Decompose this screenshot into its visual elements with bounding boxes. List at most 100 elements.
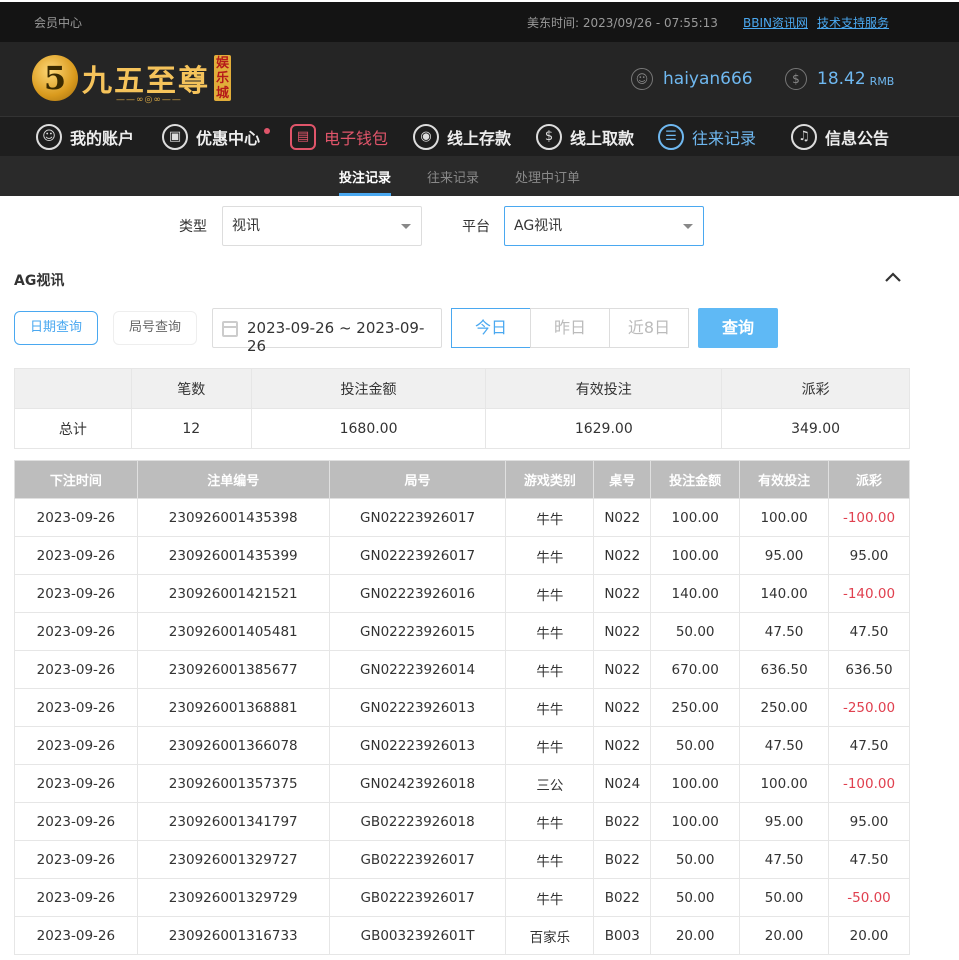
table-cell: B003 [593, 916, 652, 955]
table-row: 2023-09-26 230926001329729 GB02223926017 牛牛… [14, 878, 910, 917]
site-logo[interactable]: 5 九五至尊 ——∞◎∞—— 娱乐城 [32, 52, 232, 106]
table-cell: 250.00 [739, 688, 830, 727]
table-cell: N022 [593, 498, 652, 537]
table-cell: 230926001329729 [136, 878, 330, 917]
column-header: 投注金额 [650, 460, 741, 499]
table-cell: 230926001368881 [136, 688, 330, 727]
nav-e-wallet[interactable]: ▤ 电子钱包 [290, 124, 388, 150]
nav-deposit[interactable]: ◉ 线上存款 [413, 124, 511, 150]
logo-badge-text: 娱乐城 [216, 56, 230, 101]
table-cell: 230926001405481 [136, 612, 330, 651]
today-button[interactable]: 今日 [451, 308, 531, 348]
yesterday-button[interactable]: 昨日 [530, 308, 610, 348]
nav-label: 往来记录 [692, 129, 757, 148]
table-cell: N024 [593, 764, 652, 803]
nav-label: 电子钱包 [324, 129, 389, 148]
table-cell: 20.00 [828, 916, 910, 955]
records-icon: ☰ [658, 124, 684, 150]
tab-bet-records[interactable]: 投注记录 [339, 167, 392, 196]
time-label: 美东时间: [527, 16, 580, 30]
table-cell: GB02223926017 [328, 878, 507, 917]
type-select-value: 视讯 [232, 218, 260, 234]
summary-cell: 1629.00 [485, 408, 723, 449]
table-row: 2023-09-26 230926001385677 GN02223926014 牛牛… [14, 650, 910, 689]
table-cell: 牛牛 [505, 536, 595, 575]
nav-promotions[interactable]: ▣ 优惠中心 [162, 124, 271, 150]
column-header: 有效投注 [739, 460, 830, 499]
table-cell: 100.00 [739, 498, 830, 537]
summary-total-row: 总计 12 1680.00 1629.00 349.00 [14, 408, 910, 449]
nav-label: 线上存款 [447, 129, 512, 148]
nav-my-account[interactable]: ☺ 我的账户 [36, 124, 134, 150]
table-cell: 2023-09-26 [14, 612, 138, 651]
notification-dot [264, 128, 271, 134]
tab-transaction-records[interactable]: 往来记录 [427, 167, 479, 186]
search-button[interactable]: 查询 [698, 308, 778, 348]
round-query-button[interactable]: 局号查询 [113, 311, 197, 345]
table-cell: GN02223926016 [328, 574, 507, 613]
table-cell: 230926001366078 [136, 726, 330, 765]
summary-cell: 12 [130, 408, 252, 449]
table-cell: 140.00 [650, 574, 741, 613]
table-cell: 牛牛 [505, 726, 595, 765]
date-range-picker[interactable]: 2023-09-26 ~ 2023-09-26 [212, 308, 442, 355]
table-cell: 140.00 [739, 574, 830, 613]
last-8-days-button[interactable]: 近8日 [609, 308, 689, 348]
table-cell: 230926001385677 [136, 650, 330, 689]
platform-select[interactable]: AG视讯 [504, 206, 704, 246]
table-cell: GB02223926017 [328, 840, 507, 879]
table-cell: GN02223926014 [328, 650, 507, 689]
summary-header-cell: 笔数 [130, 368, 252, 409]
tab-pending-orders[interactable]: 处理中订单 [515, 167, 580, 186]
username: haiyan666 [663, 69, 753, 89]
table-row: 2023-09-26 230926001368881 GN02223926013 牛牛… [14, 688, 910, 727]
column-header: 游戏类别 [505, 460, 595, 499]
tech-support-link[interactable]: 技术支持服务 [817, 14, 889, 31]
table-cell: -140.00 [828, 574, 910, 613]
date-query-button[interactable]: 日期查询 [14, 311, 98, 345]
table-cell: B022 [593, 802, 652, 841]
nav-label: 线上取款 [570, 129, 635, 148]
top-bar: 会员中心 美东时间: 2023/09/26 - 07:55:13 BBIN资讯网… [0, 0, 959, 42]
nav-records[interactable]: ☰ 往来记录 [658, 124, 756, 150]
type-select[interactable]: 视讯 [222, 206, 422, 246]
chevron-down-icon [401, 224, 411, 229]
column-header: 派彩 [828, 460, 910, 499]
nav-withdraw[interactable]: $ 线上取款 [536, 124, 634, 150]
table-cell: 2023-09-26 [14, 764, 138, 803]
table-cell: N022 [593, 612, 652, 651]
sub-nav: 投注记录 往来记录 处理中订单 [0, 156, 959, 196]
withdraw-icon: $ [536, 124, 562, 150]
table-cell: 牛牛 [505, 802, 595, 841]
table-cell: 20.00 [739, 916, 830, 955]
platform-select-value: AG视讯 [514, 218, 563, 234]
chevron-up-icon[interactable] [884, 270, 902, 284]
table-cell: 牛牛 [505, 612, 595, 651]
table-cell: 2023-09-26 [14, 688, 138, 727]
table-cell: 47.50 [739, 840, 830, 879]
platform-label: 平台 [462, 219, 490, 235]
table-cell: N022 [593, 688, 652, 727]
eastern-time: 美东时间: 2023/09/26 - 07:55:13 [527, 14, 718, 31]
table-cell: B022 [593, 840, 652, 879]
nav-label: 我的账户 [70, 129, 135, 148]
nav-announcements[interactable]: ♫ 信息公告 [791, 124, 889, 150]
bbin-news-link[interactable]: BBIN资讯网 [743, 14, 808, 31]
nav-label: 优惠中心 [196, 129, 261, 148]
table-cell: GN02223926017 [328, 536, 507, 575]
table-cell: 95.00 [739, 536, 830, 575]
records-table: 下注时间 注单编号 局号 游戏类别 桌号 投注金额 有效投注 派彩 2023-0… [14, 460, 910, 955]
table-cell: 230926001316733 [136, 916, 330, 955]
table-cell: 47.50 [828, 612, 910, 651]
table-cell: 230926001341797 [136, 802, 330, 841]
summary-header-row: 笔数 投注金额 有效投注 派彩 [14, 368, 910, 409]
bell-icon: ♫ [791, 124, 817, 150]
table-cell: B022 [593, 878, 652, 917]
table-cell: 牛牛 [505, 840, 595, 879]
gift-icon: ▣ [162, 124, 188, 150]
user-info[interactable]: ☺ haiyan666 [631, 68, 753, 90]
summary-header-cell: 派彩 [721, 368, 910, 409]
table-cell: GB0032392601T [328, 916, 507, 955]
table-cell: 2023-09-26 [14, 878, 138, 917]
table-cell: 2023-09-26 [14, 802, 138, 841]
